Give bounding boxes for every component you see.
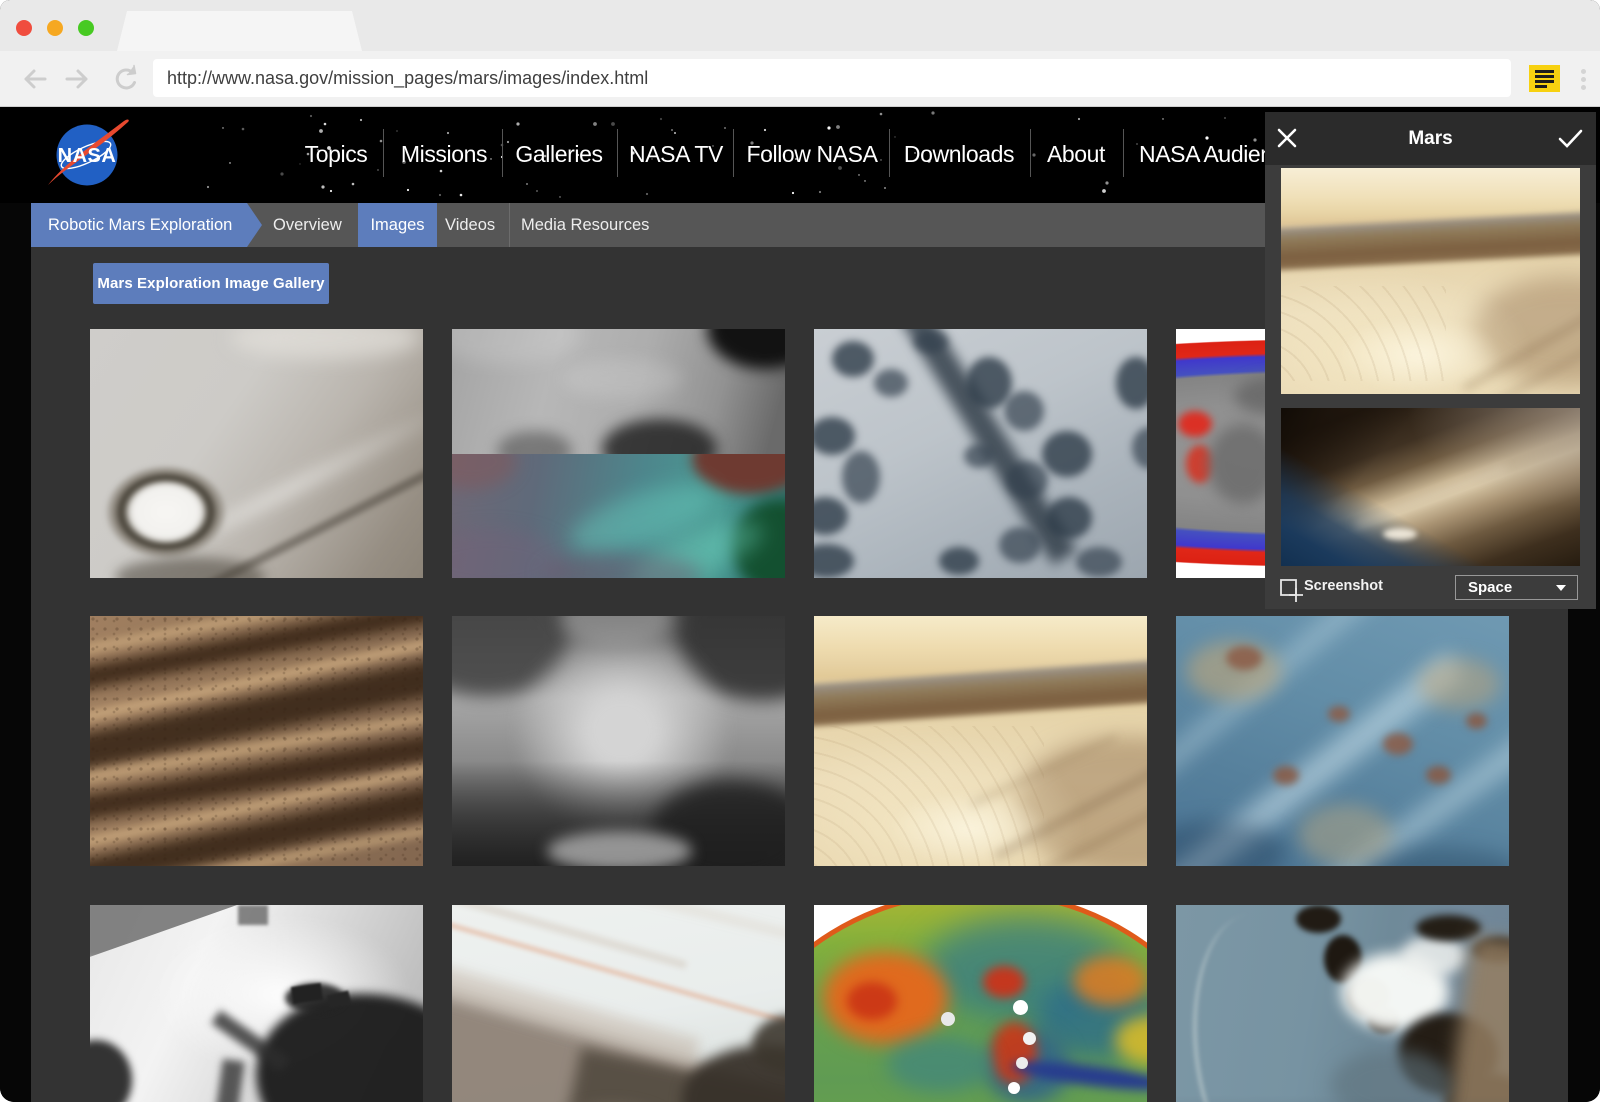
svg-text:NASA: NASA: [58, 145, 117, 167]
